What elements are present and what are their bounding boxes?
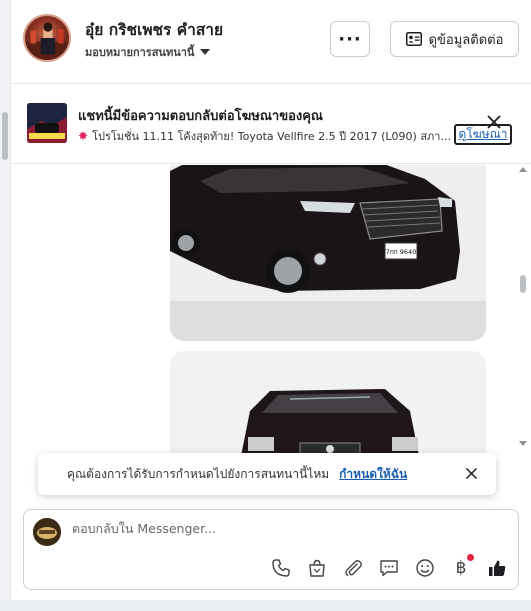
notification-dot: [467, 554, 474, 561]
conversation-header: อุ๋ย กริชเพชร คำสาย มอบหมายการสนทนานี้ ·…: [11, 0, 531, 84]
contact-card-icon: [405, 32, 422, 46]
ad-banner-title: แชทนี้มีข้อความตอบกลับต่อโฆษณาของคุณ: [78, 109, 323, 124]
bottom-strip: [0, 600, 531, 611]
ad-reply-banner: แชทนี้มีข้อความตอบกลับต่อโฆษณาของคุณ ✸ โ…: [11, 85, 531, 164]
emoji-icon[interactable]: [414, 557, 436, 579]
baht-icon: ฿: [455, 558, 467, 578]
message-composer: ฿: [23, 509, 519, 590]
page-avatar: [33, 518, 61, 546]
assignment-prompt-toast: คุณต้องการได้รับการกำหนดไปยังการสนทนานี้…: [38, 453, 496, 495]
phone-icon[interactable]: [270, 557, 292, 579]
assignment-prompt-text: คุณต้องการได้รับการกำหนดไปยังการสนทนานี้…: [67, 466, 330, 481]
contact-info-label: ดูข้อมูลติดต่อ: [428, 32, 504, 48]
scroll-down-arrow-icon[interactable]: [519, 440, 527, 448]
ad-subtitle-text: โปรโมชั่น 11.11 โค้งสุดท้าย! Toyota Vell…: [92, 130, 450, 143]
assign-conversation-dropdown[interactable]: มอบหมายการสนทนานี้: [85, 43, 211, 61]
left-scrollbar[interactable]: [0, 0, 11, 611]
shopping-bag-icon[interactable]: [306, 557, 328, 579]
chat-scroll-thumb[interactable]: [520, 275, 526, 293]
message-input[interactable]: [72, 521, 492, 536]
like-icon[interactable]: [486, 557, 508, 579]
ad-banner-subtitle: ✸ โปรโมชั่น 11.11 โค้งสุดท้าย! Toyota Ve…: [78, 127, 450, 145]
more-options-button[interactable]: ···: [330, 21, 370, 57]
contact-name: อุ๋ย กริชเพชร คำสาย: [85, 21, 224, 39]
view-ad-link[interactable]: ดูโฆษณา: [454, 124, 512, 145]
message-thread[interactable]: 7กก 9640: [11, 165, 515, 495]
assign-to-me-link[interactable]: กำหนดให้ฉัน: [339, 465, 407, 484]
attachment-icon[interactable]: [342, 557, 364, 579]
close-icon[interactable]: [485, 113, 503, 131]
license-plate-text: 7กก 9640: [386, 248, 417, 256]
composer-toolbar: ฿: [270, 554, 508, 579]
left-scroll-thumb[interactable]: [2, 112, 8, 160]
saved-reply-icon[interactable]: [378, 557, 400, 579]
contact-avatar[interactable]: [23, 14, 71, 62]
car-photo-message[interactable]: 7กก 9640: [170, 165, 486, 341]
view-contact-info-button[interactable]: ดูข้อมูลติดต่อ: [390, 21, 519, 57]
scroll-up-arrow-icon[interactable]: [519, 165, 527, 173]
baht-payment-icon[interactable]: ฿: [450, 554, 474, 579]
assign-label: มอบหมายการสนทนานี้: [85, 46, 195, 59]
sparkle-icon: ✸: [78, 129, 89, 143]
close-icon[interactable]: [465, 467, 478, 480]
ad-thumbnail: [27, 103, 67, 143]
chevron-down-icon: [200, 49, 211, 55]
